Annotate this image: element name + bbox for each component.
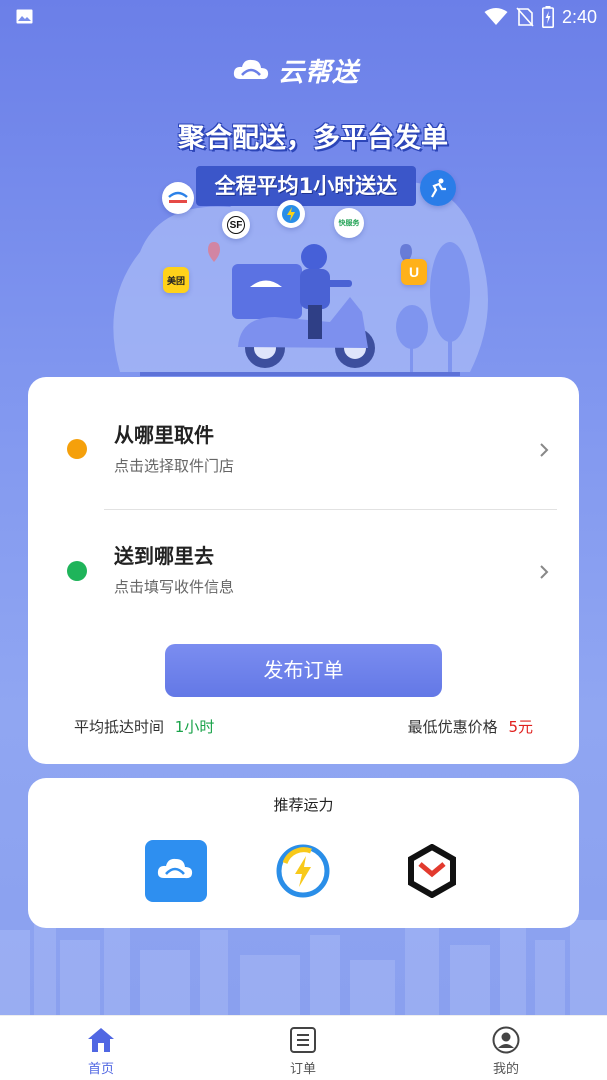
no-sim-icon [516, 7, 534, 27]
avg-arrival-value: 1小时 [174, 718, 215, 736]
delivery-row[interactable]: 送到哪里去 点击填写收件信息 [28, 520, 579, 620]
brand-name: 云帮送 [278, 57, 360, 88]
bottom-nav: 首页 订单 我的 [0, 1015, 607, 1080]
platform-badge-kuaifuwu: 快服务 [334, 208, 364, 238]
avg-arrival-label: 平均抵达时间 [74, 718, 165, 736]
divider [104, 509, 557, 510]
chevron-right-icon [540, 565, 549, 579]
chevron-right-icon [540, 443, 549, 457]
lowest-price-value: 5元 [508, 718, 533, 736]
image-icon [16, 9, 33, 24]
tab-orders-label: 订单 [289, 1062, 316, 1077]
tab-orders[interactable]: 订单 [202, 1016, 404, 1080]
delivery-subtitle: 点击填写收件信息 [114, 578, 235, 596]
hero-headline: 聚合配送，多平台发单 [178, 123, 448, 154]
platform-badge-blue [162, 182, 194, 214]
tab-home[interactable]: 首页 [0, 1016, 202, 1080]
lightning-badge-icon [277, 200, 305, 228]
pickup-dot [67, 439, 87, 459]
status-bar: 2:40 [0, 0, 607, 34]
hexagon-mail-app-icon[interactable] [401, 840, 463, 902]
lowest-price-label: 最低优惠价格 [407, 718, 498, 736]
status-time: 2:40 [561, 6, 597, 27]
pickup-title: 从哪里取件 [114, 423, 214, 447]
platform-badge-meituan: 美团 [163, 267, 189, 293]
platform-badge-u: U [401, 259, 427, 285]
yunbangsong-app-icon[interactable] [145, 840, 207, 902]
hero-subheadline: 全程平均1小时送达 [196, 166, 416, 206]
wifi-icon [484, 8, 508, 25]
home-icon [88, 1028, 114, 1052]
pickup-row[interactable]: 从哪里取件 点击选择取件门店 [28, 399, 579, 499]
pickup-subtitle: 点击选择取件门店 [114, 457, 235, 475]
app-logo: 云帮送 [232, 50, 392, 90]
avg-arrival-info: 平均抵达时间 1小时 [74, 716, 214, 737]
publish-order-button[interactable]: 发布订单 [165, 644, 442, 697]
delivery-title: 送到哪里去 [114, 544, 214, 568]
recommend-title: 推荐运力 [273, 796, 334, 814]
user-icon [492, 1026, 520, 1054]
cloud-logo-icon [233, 59, 269, 80]
order-card: 从哪里取件 点击选择取件门店 送到哪里去 点击填写收件信息 发布订单 平均抵达时… [28, 377, 579, 764]
tab-profile-label: 我的 [492, 1062, 519, 1077]
tab-home-label: 首页 [87, 1062, 114, 1077]
list-icon [290, 1027, 316, 1053]
recommend-card: 推荐运力 [28, 778, 579, 928]
platform-badge-sf: SF [222, 211, 250, 239]
lowest-price-info: 最低优惠价格 5元 [408, 716, 533, 737]
delivery-dot [67, 561, 87, 581]
battery-charging-icon [541, 6, 554, 28]
tab-profile[interactable]: 我的 [405, 1016, 607, 1080]
lightning-delivery-app-icon[interactable] [272, 840, 334, 902]
running-man-icon [420, 170, 456, 206]
